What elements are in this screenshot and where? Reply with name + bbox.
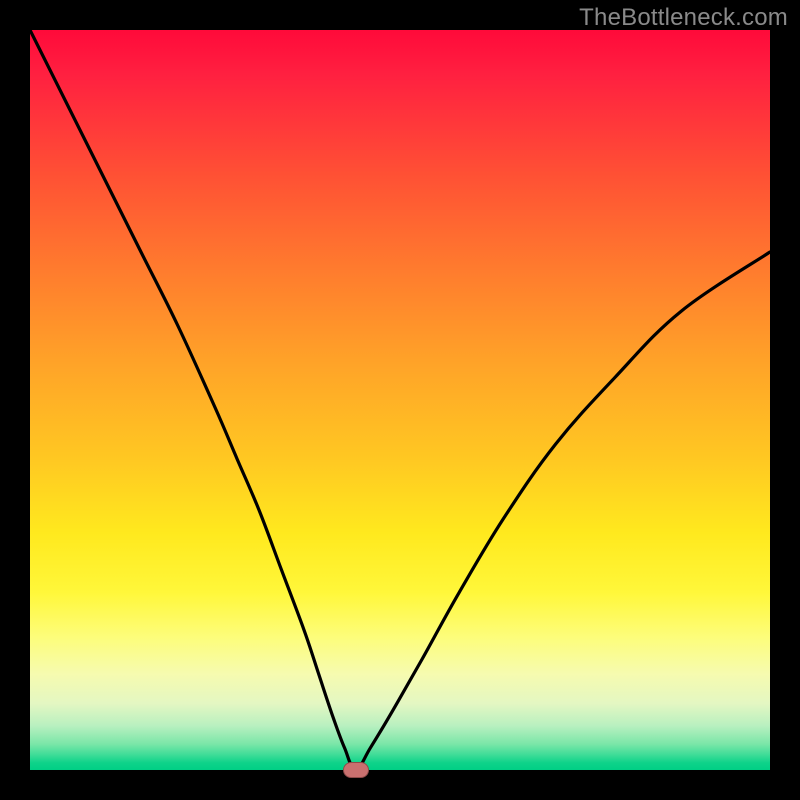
plot-area [30, 30, 770, 770]
curve-path [30, 30, 770, 770]
bottleneck-curve [30, 30, 770, 770]
watermark-text: TheBottleneck.com [579, 4, 788, 32]
chart-frame: TheBottleneck.com [0, 0, 800, 800]
optimal-marker [343, 762, 369, 778]
